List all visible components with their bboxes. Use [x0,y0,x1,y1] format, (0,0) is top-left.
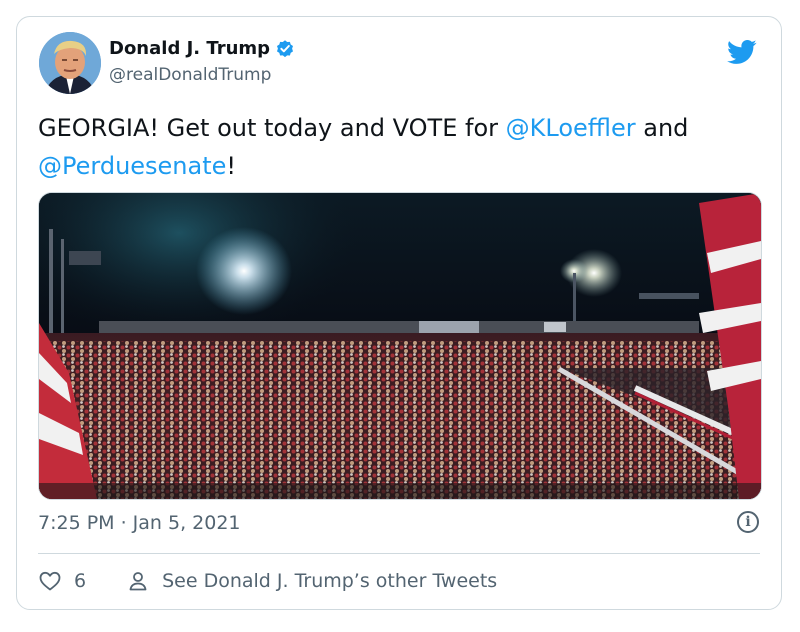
rally-crowd-image [39,193,761,499]
avatar[interactable] [39,32,101,94]
heart-icon [39,571,61,591]
tweet-timestamp[interactable]: 7:25 PM · Jan 5, 2021 [38,512,241,534]
see-other-tweets-link[interactable]: See Donald J. Trump’s other Tweets [126,569,497,593]
like-count: 6 [74,570,87,592]
see-other-tweets-label: See Donald J. Trump’s other Tweets [162,570,498,592]
mention-link-kloeffler[interactable]: @KLoeffler [506,114,636,142]
tweet-card[interactable]: Donald J. Trump @realDonaldTrump GEORGIA… [16,16,782,610]
author-name-row[interactable]: Donald J. Trump [109,38,295,59]
author-name[interactable]: Donald J. Trump [109,38,270,59]
author-handle[interactable]: @realDonaldTrump [109,65,271,85]
tweet-actions: 6 See Donald J. Trump’s other Tweets [38,566,497,596]
twitter-bird-icon[interactable] [725,37,759,67]
tweet-text-suffix: ! [226,152,237,180]
like-button[interactable]: 6 [38,569,86,593]
verified-badge-icon [277,39,294,57]
tweet-text-middle: and [635,114,689,142]
person-icon [129,572,147,591]
tweet-photo[interactable] [38,192,762,500]
avatar-photo [39,32,101,94]
mention-link-perduesenate[interactable]: @Perduesenate [38,152,226,180]
tweet-text: GEORGIA! Get out today and VOTE for @KLo… [38,109,768,185]
tweet-text-prefix: GEORGIA! Get out today and VOTE for [38,114,506,142]
info-icon[interactable]: i [737,511,759,533]
divider [38,553,760,554]
